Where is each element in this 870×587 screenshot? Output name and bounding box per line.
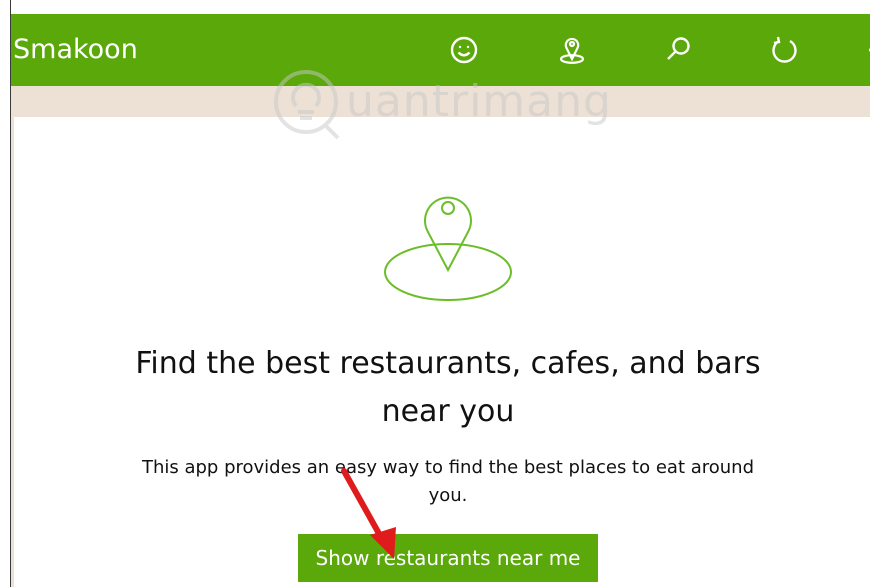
window-edge [0,0,10,587]
watermark-logo: uantrimang [266,62,626,142]
location-hero-icon [383,172,513,304]
search-icon[interactable] [660,32,696,68]
headline-line-1: Find the best restaurants, cafes, and ba… [135,346,761,381]
app-window: Smakoon uantrimang Find the best restaur… [0,0,870,587]
headline-line-2: near you [381,394,515,429]
description-line-1: This app provides an easy way to find th… [141,457,755,478]
headline: Find the best restaurants, cafes, and ba… [60,340,836,436]
app-title: Smakoon [13,34,138,65]
watermark-text: uantrimang [346,76,612,127]
annotation-arrow [330,465,410,565]
description: This app provides an easy way to find th… [60,454,836,510]
refresh-icon[interactable] [767,32,803,68]
description-line-2: you. [428,485,468,506]
more-icon[interactable] [849,32,870,68]
